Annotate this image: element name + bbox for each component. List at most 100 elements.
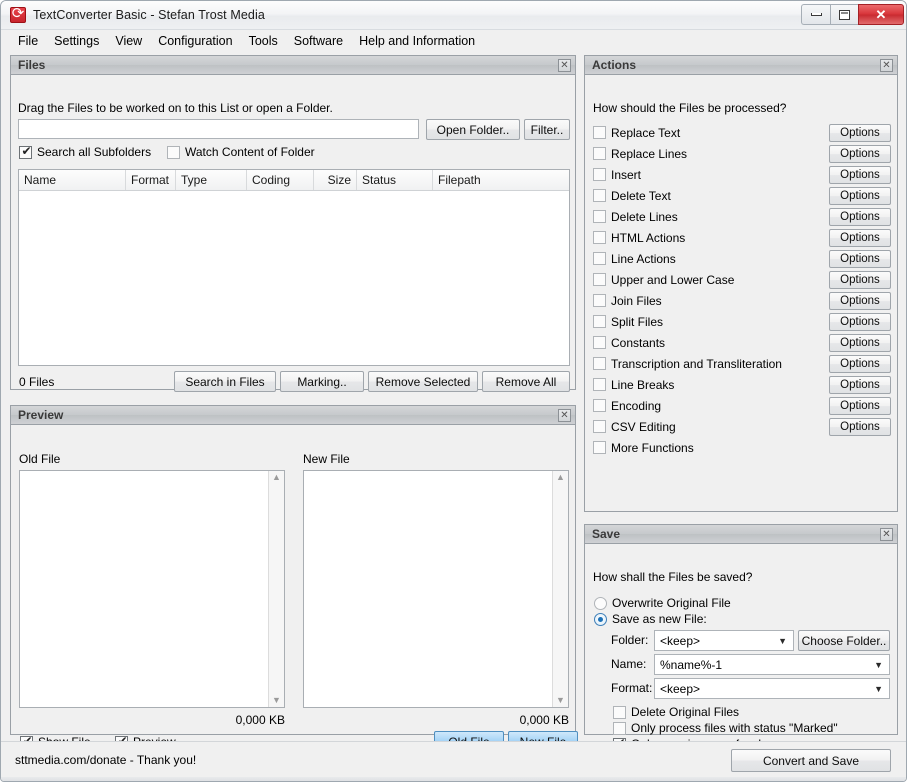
column-header-status[interactable]: Status	[357, 170, 433, 190]
new-file-content[interactable]	[304, 471, 552, 707]
action-csv-editing[interactable]: CSV Editing Options	[593, 416, 891, 437]
open-folder-button[interactable]: Open Folder..	[426, 119, 520, 140]
action-line-breaks[interactable]: Line Breaks Options	[593, 374, 891, 395]
action-checkbox-row[interactable]: Split Files	[593, 315, 663, 329]
filter-button[interactable]: Filter..	[524, 119, 570, 140]
action-checkbox-row[interactable]: More Functions	[593, 441, 694, 455]
delete-original-files-checkbox[interactable]: Delete Original Files	[613, 705, 739, 719]
column-header-format[interactable]: Format	[126, 170, 176, 190]
action-checkbox-row[interactable]: Replace Lines	[593, 147, 687, 161]
menu-settings[interactable]: Settings	[46, 32, 107, 50]
close-button[interactable]: ✕	[858, 4, 904, 25]
action-replace-text[interactable]: Replace Text Options	[593, 122, 891, 143]
action-checkbox-row[interactable]: Line Actions	[593, 252, 676, 266]
options-button[interactable]: Options	[829, 145, 891, 163]
action-checkbox-row[interactable]: HTML Actions	[593, 231, 685, 245]
convert-and-save-button[interactable]: Convert and Save	[731, 749, 891, 772]
name-dropdown[interactable]: %name%-1 ▼	[654, 654, 890, 675]
status-text[interactable]: sttmedia.com/donate - Thank you!	[15, 753, 196, 767]
options-button[interactable]: Options	[829, 334, 891, 352]
options-button[interactable]: Options	[829, 166, 891, 184]
chevron-down-icon[interactable]: ▼	[874, 679, 883, 698]
action-more-functions[interactable]: More Functions	[593, 437, 891, 458]
file-list-body[interactable]	[19, 191, 569, 365]
action-line-actions[interactable]: Line Actions Options	[593, 248, 891, 269]
menu-configuration[interactable]: Configuration	[150, 32, 240, 50]
only-marked-checkbox[interactable]: Only process files with status "Marked"	[613, 721, 838, 735]
action-checkbox-row[interactable]: Constants	[593, 336, 665, 350]
chevron-down-icon[interactable]: ▼	[778, 631, 787, 650]
options-button[interactable]: Options	[829, 187, 891, 205]
action-constants[interactable]: Constants Options	[593, 332, 891, 353]
minimize-button[interactable]	[801, 4, 830, 25]
old-file-textarea[interactable]: ▲ ▼	[19, 470, 285, 708]
column-header-coding[interactable]: Coding	[247, 170, 314, 190]
action-html-actions[interactable]: HTML Actions Options	[593, 227, 891, 248]
action-checkbox-row[interactable]: Line Breaks	[593, 378, 674, 392]
watch-content-of-folder-checkbox[interactable]: Watch Content of Folder	[167, 145, 315, 159]
menu-help-and-information[interactable]: Help and Information	[351, 32, 483, 50]
marking-button[interactable]: Marking..	[280, 371, 364, 392]
action-encoding[interactable]: Encoding Options	[593, 395, 891, 416]
old-file-content[interactable]	[20, 471, 268, 707]
overwrite-original-file-radio[interactable]: Overwrite Original File	[594, 596, 731, 610]
save-as-new-file-radio[interactable]: Save as new File:	[594, 612, 707, 626]
panel-close-icon[interactable]: ✕	[880, 59, 893, 72]
options-button[interactable]: Options	[829, 355, 891, 373]
format-dropdown[interactable]: <keep> ▼	[654, 678, 890, 699]
action-delete-lines[interactable]: Delete Lines Options	[593, 206, 891, 227]
chevron-up-icon[interactable]: ▲	[556, 473, 565, 482]
action-replace-lines[interactable]: Replace Lines Options	[593, 143, 891, 164]
options-button[interactable]: Options	[829, 124, 891, 142]
action-checkbox-row[interactable]: Encoding	[593, 399, 661, 413]
folder-dropdown[interactable]: <keep> ▼	[654, 630, 794, 651]
file-list[interactable]: Name Format Type Coding Size Status File…	[18, 169, 570, 366]
panel-close-icon[interactable]: ✕	[880, 528, 893, 541]
maximize-button[interactable]	[830, 4, 859, 25]
search-in-files-button[interactable]: Search in Files	[174, 371, 276, 392]
action-delete-text[interactable]: Delete Text Options	[593, 185, 891, 206]
action-checkbox-row[interactable]: Delete Lines	[593, 210, 678, 224]
action-checkbox-row[interactable]: CSV Editing	[593, 420, 676, 434]
action-checkbox-row[interactable]: Delete Text	[593, 189, 671, 203]
action-checkbox-row[interactable]: Transcription and Transliteration	[593, 357, 782, 371]
options-button[interactable]: Options	[829, 208, 891, 226]
action-split-files[interactable]: Split Files Options	[593, 311, 891, 332]
chevron-down-icon[interactable]: ▼	[556, 696, 565, 705]
action-checkbox-row[interactable]: Join Files	[593, 294, 662, 308]
menu-file[interactable]: File	[10, 32, 46, 50]
options-button[interactable]: Options	[829, 292, 891, 310]
options-button[interactable]: Options	[829, 271, 891, 289]
remove-all-button[interactable]: Remove All	[482, 371, 570, 392]
search-all-subfolders-checkbox[interactable]: Search all Subfolders	[19, 145, 151, 159]
options-button[interactable]: Options	[829, 313, 891, 331]
action-transcription-and-transliteration[interactable]: Transcription and Transliteration Option…	[593, 353, 891, 374]
menu-tools[interactable]: Tools	[241, 32, 286, 50]
new-file-textarea[interactable]: ▲ ▼	[303, 470, 569, 708]
folder-path-input[interactable]	[18, 119, 419, 139]
action-checkbox-row[interactable]: Replace Text	[593, 126, 680, 140]
chevron-down-icon[interactable]: ▼	[272, 696, 281, 705]
chevron-down-icon[interactable]: ▼	[874, 655, 883, 674]
options-button[interactable]: Options	[829, 229, 891, 247]
panel-close-icon[interactable]: ✕	[558, 59, 571, 72]
menu-view[interactable]: View	[107, 32, 150, 50]
column-header-type[interactable]: Type	[176, 170, 247, 190]
panel-close-icon[interactable]: ✕	[558, 409, 571, 422]
choose-folder-button[interactable]: Choose Folder..	[798, 630, 890, 651]
menu-software[interactable]: Software	[286, 32, 351, 50]
column-header-name[interactable]: Name	[19, 170, 126, 190]
column-header-filepath[interactable]: Filepath	[433, 170, 569, 190]
options-button[interactable]: Options	[829, 376, 891, 394]
column-header-size[interactable]: Size	[314, 170, 357, 190]
old-file-scrollbar[interactable]: ▲ ▼	[268, 471, 284, 707]
options-button[interactable]: Options	[829, 418, 891, 436]
action-upper-and-lower-case[interactable]: Upper and Lower Case Options	[593, 269, 891, 290]
action-checkbox-row[interactable]: Insert	[593, 168, 641, 182]
action-join-files[interactable]: Join Files Options	[593, 290, 891, 311]
new-file-scrollbar[interactable]: ▲ ▼	[552, 471, 568, 707]
options-button[interactable]: Options	[829, 250, 891, 268]
chevron-up-icon[interactable]: ▲	[272, 473, 281, 482]
action-insert[interactable]: Insert Options	[593, 164, 891, 185]
action-checkbox-row[interactable]: Upper and Lower Case	[593, 273, 734, 287]
